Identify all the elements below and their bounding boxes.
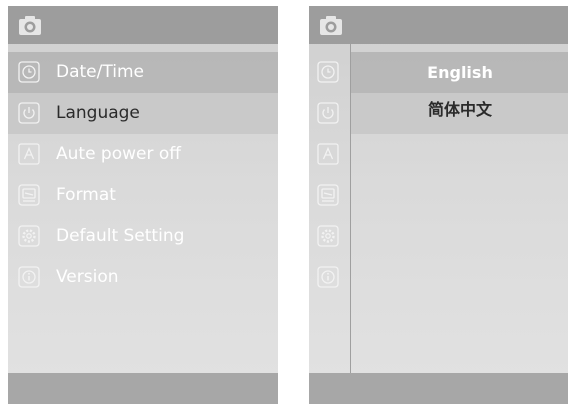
gear-icon[interactable] xyxy=(317,225,339,247)
menu-item-language[interactable]: Language xyxy=(8,93,278,134)
menu-item-label: Version xyxy=(56,267,119,287)
format-icon[interactable] xyxy=(317,184,339,206)
clock-icon xyxy=(18,61,40,83)
menu-item-format[interactable]: Format xyxy=(8,175,278,216)
camera-icon xyxy=(19,16,41,35)
letter-a-icon[interactable] xyxy=(317,143,339,165)
info-icon[interactable] xyxy=(317,266,339,288)
power-icon xyxy=(18,102,40,124)
menu-item-date-time[interactable]: Date/Time xyxy=(8,52,278,93)
menu-item-label: Aute power off xyxy=(56,144,181,164)
info-icon xyxy=(18,266,40,288)
menu-item-auto-power-off[interactable]: Aute power off xyxy=(8,134,278,175)
clock-icon[interactable] xyxy=(317,61,339,83)
menu-item-default-setting[interactable]: Default Setting xyxy=(8,216,278,257)
menu-item-label: Default Setting xyxy=(56,226,185,246)
language-option-chinese[interactable]: 简体中文 xyxy=(351,93,568,134)
bottom-bar xyxy=(309,373,568,404)
language-option-english[interactable]: English xyxy=(351,52,568,93)
letter-a-icon xyxy=(18,143,40,165)
menu-item-version[interactable]: Version xyxy=(8,257,278,298)
menu-item-label: Format xyxy=(56,185,116,205)
power-icon[interactable] xyxy=(317,102,339,124)
menu-item-label: Date/Time xyxy=(56,62,144,82)
top-bar xyxy=(8,6,278,44)
language-option-label: 简体中文 xyxy=(427,100,492,119)
language-option-label: English xyxy=(427,63,493,82)
format-icon xyxy=(18,184,40,206)
menu-icon-column xyxy=(309,44,351,373)
menu-item-label: Language xyxy=(56,103,140,123)
gear-icon xyxy=(18,225,40,247)
language-menu-screen: English 简体中文 xyxy=(309,6,568,404)
bottom-bar xyxy=(8,373,278,404)
settings-menu-screen: Date/Time Language Aute power off Format xyxy=(8,6,278,404)
top-bar xyxy=(309,6,568,44)
camera-icon xyxy=(320,16,342,35)
